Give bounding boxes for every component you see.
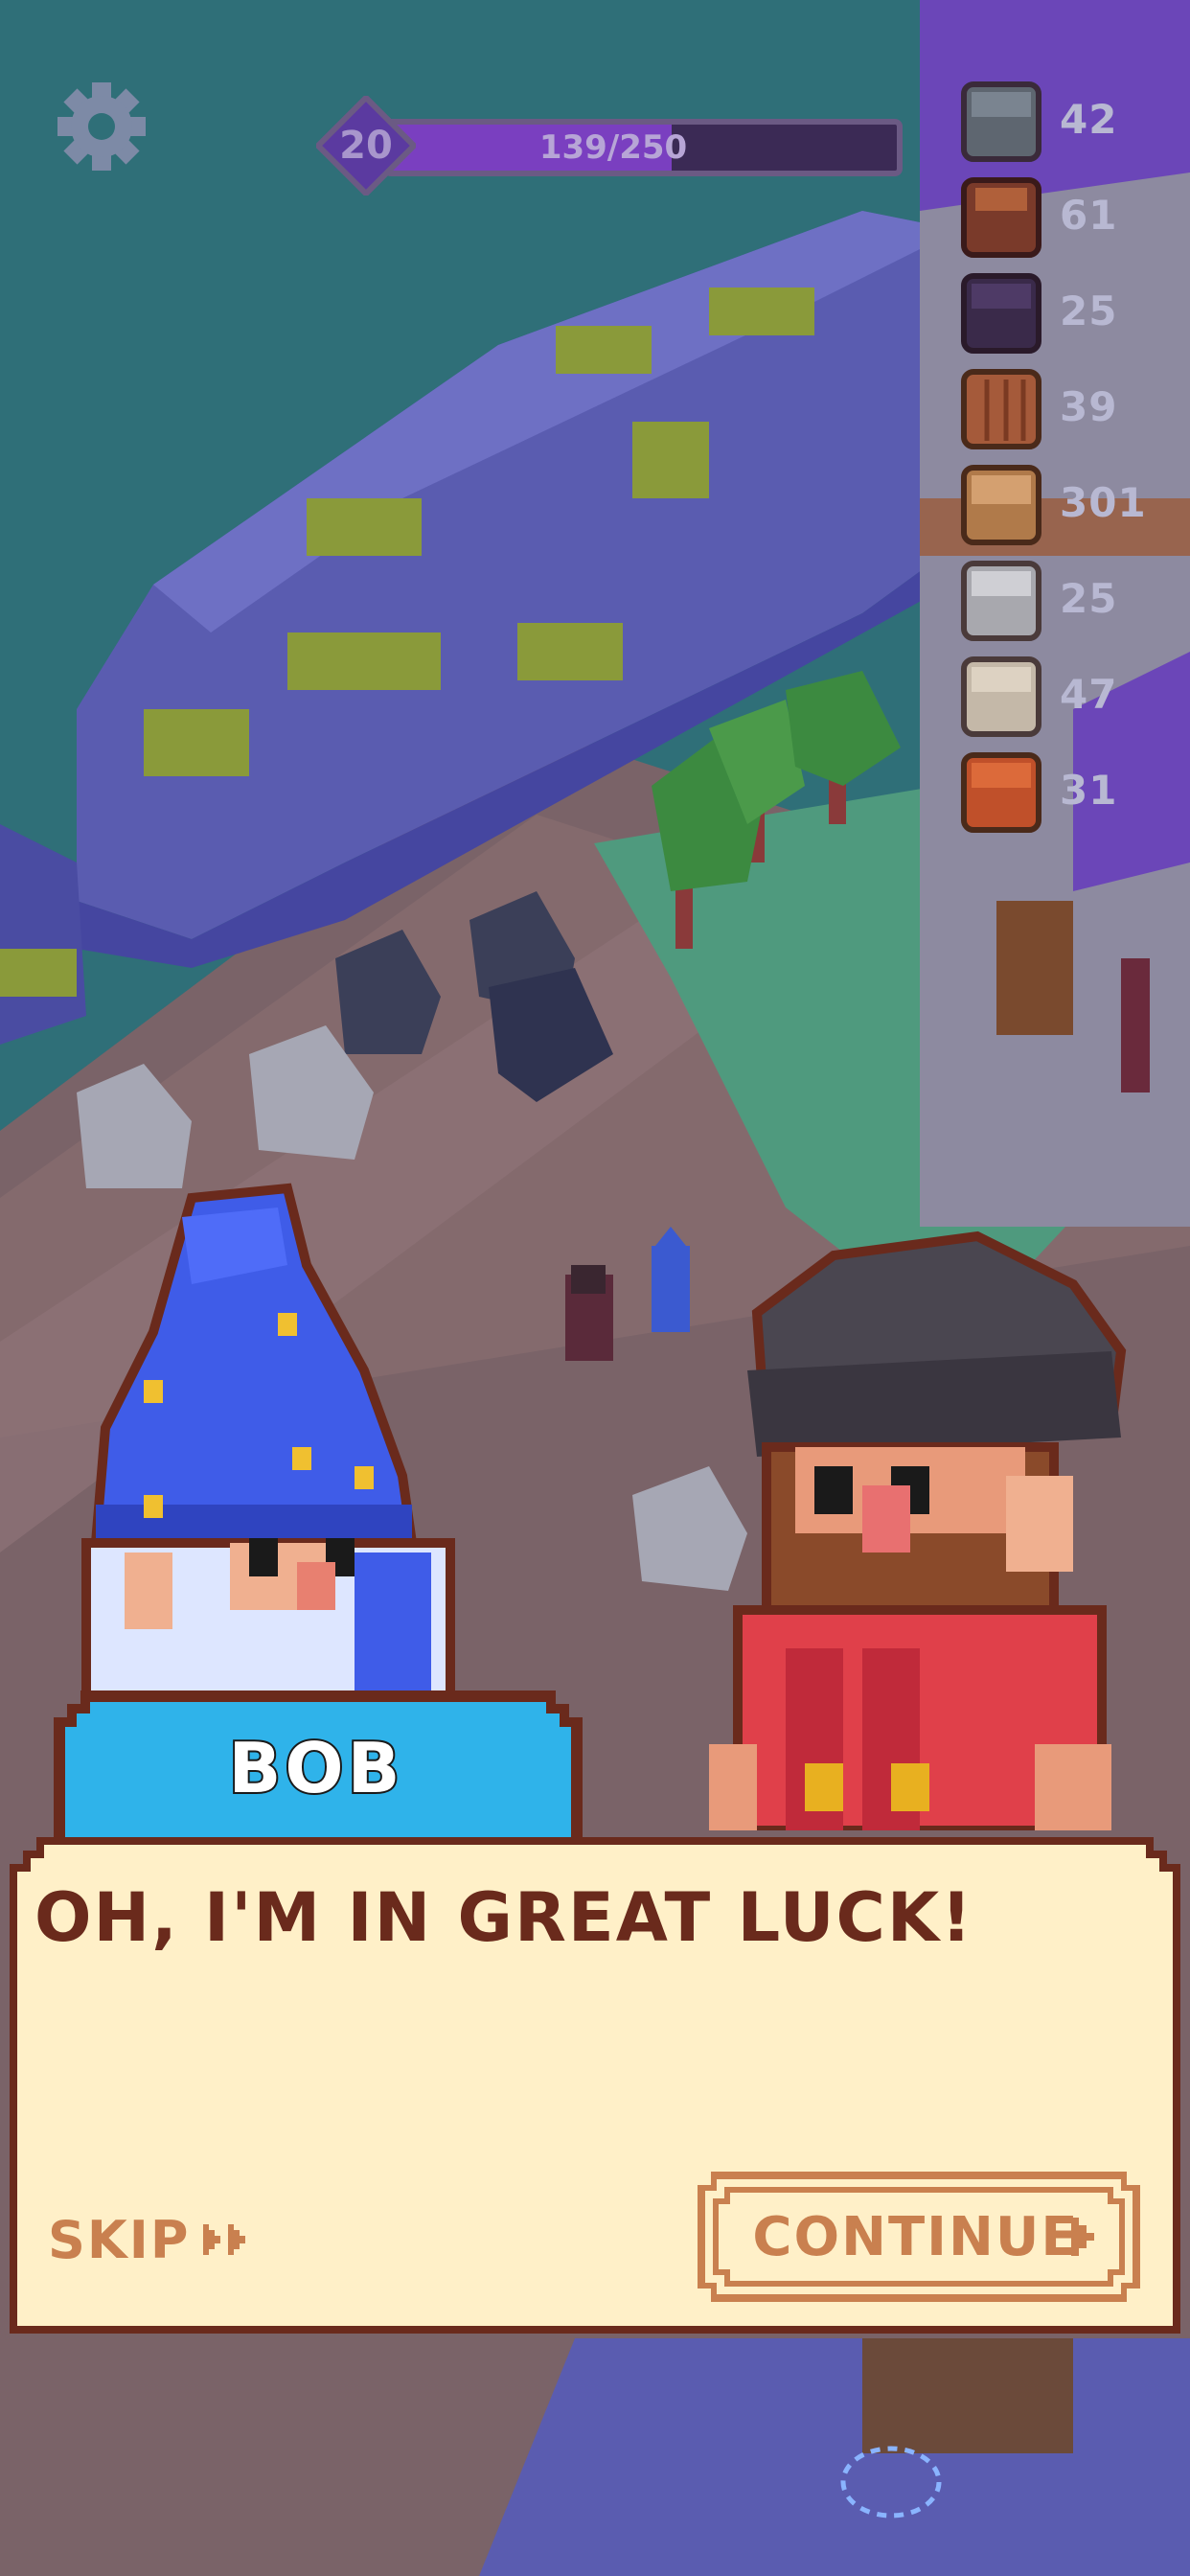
brick-block-icon [961,752,1041,833]
resource-count: 25 [1060,288,1118,334]
resource-count: 61 [1060,192,1118,239]
wood-plank-block-icon [961,369,1041,449]
settings-button[interactable] [54,79,149,174]
resource-count: 47 [1060,671,1118,718]
continue-label: CONTINUE [752,2205,1080,2268]
speaker-name: BOB [227,1726,404,1810]
resource-count: 39 [1060,383,1118,430]
resource-item: 61 [958,174,1179,263]
resource-item: 25 [958,558,1179,646]
play-arrow-icon [1071,2218,1094,2256]
bread-icon [961,465,1041,545]
dark-crystal-block-icon [961,273,1041,354]
dialog-message: OH, I'M IN GREAT LUCK! [34,1878,974,1957]
wizard-portrait [81,1183,455,1715]
skip-button[interactable]: SKIP [48,2206,297,2273]
stone-block-icon [961,81,1041,162]
resource-item: 25 [958,270,1179,358]
resource-count: 31 [1060,767,1118,814]
fast-forward-icon [203,2224,246,2255]
resource-item: 42 [958,79,1179,167]
sandstone-block-icon [961,656,1041,737]
resource-item: 31 [958,749,1179,838]
xp-text: 139/250 [538,128,688,167]
bob-portrait [709,1230,1127,1830]
resource-item: 301 [958,462,1179,550]
level-number: 20 [339,124,393,168]
resource-count: 25 [1060,575,1118,622]
skip-label: SKIP [48,2209,191,2270]
resource-item: 47 [958,654,1179,742]
wood-log-icon [961,177,1041,258]
silver-block-icon [961,561,1041,641]
resource-item: 39 [958,366,1179,454]
resource-count: 42 [1060,96,1118,143]
resource-count: 301 [1060,479,1147,526]
gear-icon [57,82,146,171]
